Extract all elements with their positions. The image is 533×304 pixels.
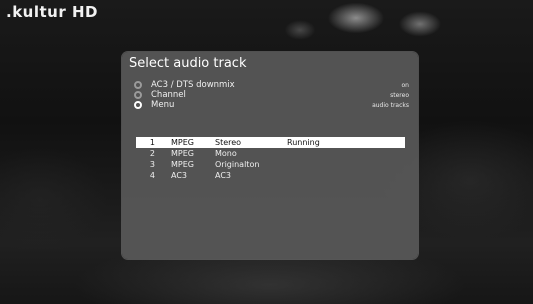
radio-selected-icon bbox=[134, 101, 142, 109]
track-number: 1 bbox=[149, 138, 155, 147]
track-codec: MPEG bbox=[171, 149, 194, 158]
option-value: on bbox=[401, 81, 409, 89]
option-label: AC3 / DTS downmix bbox=[151, 80, 235, 90]
track-row[interactable]: 3 MPEG Originalton bbox=[136, 159, 405, 170]
option-value: audio tracks bbox=[372, 101, 409, 109]
track-status: Running bbox=[287, 138, 320, 147]
option-menu[interactable]: Menu audio tracks bbox=[134, 100, 409, 110]
option-label: Menu bbox=[151, 100, 175, 110]
track-number: 4 bbox=[149, 171, 155, 180]
option-channel[interactable]: Channel stereo bbox=[134, 90, 409, 100]
track-codec: MPEG bbox=[171, 160, 194, 169]
option-downmix[interactable]: AC3 / DTS downmix on bbox=[134, 80, 409, 90]
option-label: Channel bbox=[151, 90, 186, 100]
audio-options-list: AC3 / DTS downmix on Channel stereo Menu… bbox=[134, 80, 409, 110]
track-type: AC3 bbox=[215, 171, 232, 180]
track-number: 3 bbox=[149, 160, 155, 169]
track-row[interactable]: 1 MPEG Stereo Running bbox=[136, 137, 405, 148]
radio-icon bbox=[134, 91, 142, 99]
track-number: 2 bbox=[149, 149, 155, 158]
audio-track-list: 1 MPEG Stereo Running 2 MPEG Mono 3 MPEG… bbox=[136, 137, 405, 181]
track-codec: MPEG bbox=[171, 138, 194, 147]
track-type: Mono bbox=[215, 149, 237, 158]
track-codec: AC3 bbox=[171, 171, 188, 180]
track-row[interactable]: 2 MPEG Mono bbox=[136, 148, 405, 159]
track-row[interactable]: 4 AC3 AC3 bbox=[136, 170, 405, 181]
track-type: Stereo bbox=[215, 138, 242, 147]
option-value: stereo bbox=[390, 91, 409, 99]
dialog-title: Select audio track bbox=[129, 56, 247, 71]
radio-icon bbox=[134, 81, 142, 89]
track-type: Originalton bbox=[215, 160, 260, 169]
audio-track-dialog: Select audio track AC3 / DTS downmix on … bbox=[122, 52, 418, 259]
channel-logo: .kultur HD bbox=[6, 3, 98, 21]
